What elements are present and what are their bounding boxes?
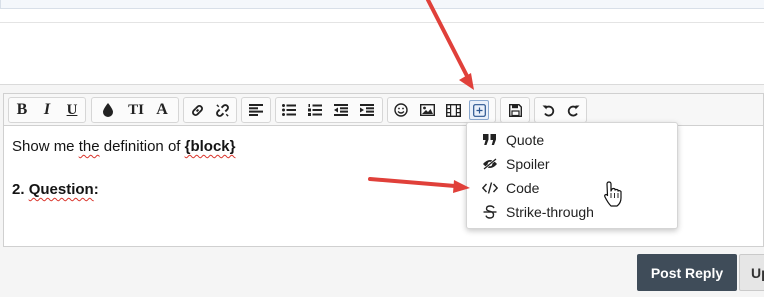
strikethrough-icon: [481, 203, 499, 221]
text-mid: definition of: [99, 138, 185, 155]
bold-icon: B: [16, 101, 28, 118]
spellcheck-word: Question: [28, 181, 94, 198]
quote-icon: [481, 131, 499, 149]
question-suffix: :: [93, 181, 99, 198]
spellcheck-word: the: [78, 138, 100, 155]
bold-text: {block}: [184, 138, 236, 155]
menu-item-label: Code: [506, 180, 540, 196]
editor-line-1: Show me the definition of {block}: [12, 138, 235, 155]
undo-button[interactable]: [538, 100, 558, 120]
list-ol-icon: [308, 104, 322, 116]
toolbar-group-align: [241, 97, 271, 123]
redo-icon: [567, 105, 579, 116]
save-icon: [508, 103, 522, 117]
italic-button[interactable]: I: [37, 100, 57, 120]
image-icon: [419, 104, 435, 116]
droplet-icon: [103, 103, 113, 117]
editor-toolbar: B I U TI A: [3, 93, 764, 125]
menu-item-label: Strike-through: [506, 204, 594, 220]
film-icon: [445, 103, 461, 117]
font-size-button[interactable]: TI: [124, 100, 148, 120]
drafts-button[interactable]: [505, 100, 525, 120]
bullet-list-button[interactable]: [279, 100, 299, 120]
unlink-icon: [215, 103, 229, 117]
smilies-button[interactable]: [391, 100, 411, 120]
menu-item-label: Quote: [506, 132, 545, 148]
toolbar-group-drafts: [500, 97, 530, 123]
list-ul-icon: [282, 104, 296, 116]
toolbar-group-history: [534, 97, 587, 123]
insert-link-button[interactable]: [187, 100, 207, 120]
font-icon: A: [156, 101, 168, 118]
indent-icon: [360, 104, 374, 116]
outdent-button[interactable]: [331, 100, 351, 120]
previous-message-strip: [0, 0, 764, 9]
editor-line-2: 2. Question:: [12, 181, 99, 198]
insert-image-button[interactable]: [417, 100, 437, 120]
insert-dropdown-menu: Quote Spoiler Code Strike-through: [466, 122, 678, 229]
eye-slash-icon: [481, 155, 499, 173]
question-number: 2.: [12, 181, 29, 198]
post-reply-button[interactable]: Post Reply: [637, 254, 737, 291]
menu-item-code[interactable]: Code: [467, 176, 677, 200]
menu-item-spoiler[interactable]: Spoiler: [467, 152, 677, 176]
toolbar-group-lists: [275, 97, 383, 123]
align-button[interactable]: [246, 100, 266, 120]
undo-icon: [542, 105, 554, 116]
plus-square-icon: [472, 103, 486, 117]
toolbar-group-font: TI A: [91, 97, 179, 123]
text-prefix: Show me: [12, 138, 79, 155]
content-area: [0, 22, 764, 84]
insert-media-button[interactable]: [443, 100, 463, 120]
bold-button[interactable]: B: [12, 100, 32, 120]
code-icon: [481, 179, 499, 197]
indent-button[interactable]: [357, 100, 377, 120]
toolbar-group-insert: [387, 97, 496, 123]
link-icon: [191, 104, 203, 116]
toolbar-group-text-style: B I U: [8, 97, 86, 123]
toolbar-group-links: [183, 97, 237, 123]
insert-button[interactable]: [469, 100, 489, 120]
menu-item-label: Spoiler: [506, 156, 550, 172]
menu-item-quote[interactable]: Quote: [467, 128, 677, 152]
redo-button[interactable]: [563, 100, 583, 120]
menu-item-strike-through[interactable]: Strike-through: [467, 200, 677, 224]
font-family-button[interactable]: A: [152, 100, 172, 120]
align-left-icon: [249, 104, 263, 116]
text-color-button[interactable]: [98, 100, 118, 120]
numbered-list-button[interactable]: [305, 100, 325, 120]
underline-button[interactable]: U: [62, 100, 82, 120]
underline-icon: U: [66, 101, 78, 118]
remove-link-button[interactable]: [212, 100, 232, 120]
italic-icon: I: [43, 101, 51, 118]
outdent-icon: [334, 104, 348, 116]
text-height-icon: TI: [128, 101, 144, 118]
smile-icon: [394, 103, 408, 117]
upload-button[interactable]: Up: [739, 254, 764, 291]
